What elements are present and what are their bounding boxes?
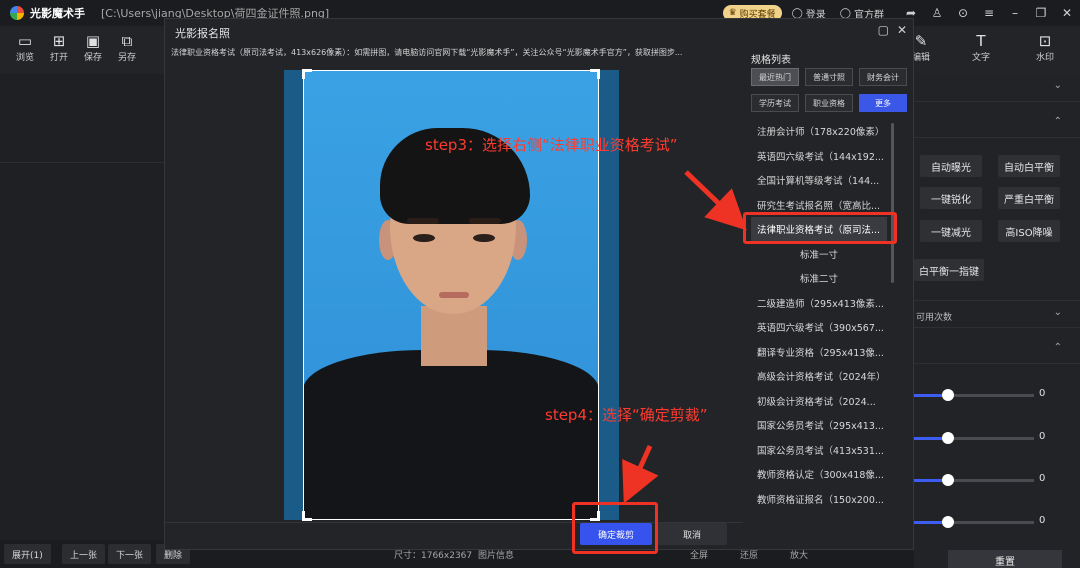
arrow-to-confirm bbox=[622, 444, 659, 504]
photo-editor-app: 光影魔术手 [C:\Users\jiang\Desktop\荷四金证件照.png… bbox=[0, 0, 1080, 568]
annotation-arrows bbox=[622, 170, 747, 504]
arrow-to-spec bbox=[684, 170, 747, 231]
